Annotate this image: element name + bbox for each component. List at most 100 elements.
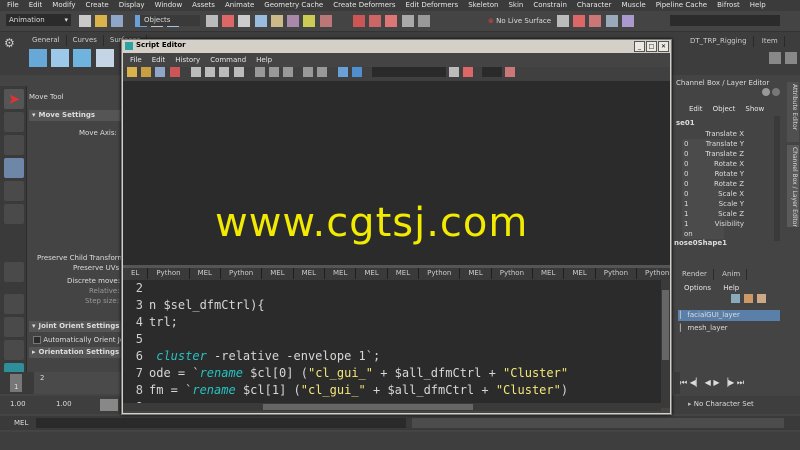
layer-settings-icon[interactable] bbox=[757, 294, 767, 303]
script-tab-mel[interactable]: MEL bbox=[388, 268, 420, 279]
channel-row[interactable]: Rotate X0 bbox=[682, 159, 786, 179]
side-tab-channel-box[interactable]: Channel Box / Layer Editor bbox=[787, 145, 799, 227]
menu-help[interactable]: Help bbox=[745, 0, 771, 11]
menu-skin[interactable]: Skin bbox=[503, 0, 528, 11]
layout-input-icon[interactable] bbox=[283, 67, 294, 77]
search-field[interactable] bbox=[371, 67, 446, 77]
layout-four-icon[interactable] bbox=[4, 317, 24, 337]
select-by-render-icon[interactable] bbox=[303, 15, 316, 27]
command-language-label[interactable]: MEL bbox=[14, 419, 28, 427]
channel-row[interactable]: Translate Y0 bbox=[682, 139, 786, 159]
layout-split-icon[interactable] bbox=[269, 67, 280, 77]
scrollbar-thumb[interactable] bbox=[662, 290, 669, 360]
menu-muscle[interactable]: Muscle bbox=[616, 0, 650, 11]
select-by-dynamics-icon[interactable] bbox=[287, 15, 300, 27]
script-tab-python[interactable]: Python bbox=[596, 268, 638, 279]
command-input[interactable] bbox=[36, 418, 406, 428]
script-tab-mel[interactable]: MEL bbox=[190, 268, 221, 279]
snap-grid-icon[interactable] bbox=[352, 15, 365, 27]
channel-row[interactable]: Visibilityon bbox=[682, 219, 786, 239]
script-tab-mel[interactable]: MEL bbox=[294, 268, 325, 279]
move-tool-icon[interactable] bbox=[4, 158, 24, 178]
layout-single-icon[interactable] bbox=[4, 294, 24, 314]
new-layer-from-selection-icon[interactable] bbox=[744, 294, 754, 303]
history-only-icon[interactable] bbox=[302, 67, 313, 77]
go-to-start-icon[interactable]: ⏮ bbox=[680, 378, 687, 387]
move-settings-header[interactable]: ▾ Move Settings bbox=[29, 110, 122, 121]
menu-pipeline-cache[interactable]: Pipeline Cache bbox=[651, 0, 712, 11]
shelf-right-icon-1[interactable] bbox=[769, 52, 781, 64]
menu-animate[interactable]: Animate bbox=[220, 0, 259, 11]
render-frame-icon[interactable] bbox=[573, 15, 586, 27]
menu-modify[interactable]: Modify bbox=[47, 0, 80, 11]
layer-tab-anim[interactable]: Anim bbox=[716, 269, 748, 280]
menu-edit-deformers[interactable]: Edit Deformers bbox=[401, 0, 464, 11]
menu-geometry-cache[interactable]: Geometry Cache bbox=[259, 0, 328, 11]
menu-skeleton[interactable]: Skeleton bbox=[463, 0, 503, 11]
construction-history-icon[interactable] bbox=[557, 15, 569, 27]
channel-value[interactable]: on bbox=[682, 229, 724, 239]
channel-row[interactable]: Scale Z1 bbox=[682, 209, 786, 229]
live-surface-indicator[interactable]: ⊗ No Live Surface bbox=[488, 15, 551, 27]
script-menu-edit[interactable]: Edit bbox=[147, 55, 171, 66]
script-menu-history[interactable]: History bbox=[170, 55, 205, 66]
character-set-menu[interactable]: ▸ No Character Set bbox=[688, 400, 754, 408]
range-bar[interactable] bbox=[100, 399, 118, 411]
script-tab-python[interactable]: Python bbox=[419, 268, 461, 279]
clear-history-icon[interactable] bbox=[219, 67, 230, 77]
select-by-joint-icon[interactable] bbox=[222, 15, 235, 27]
joint-orient-header[interactable]: ▾ Joint Orient Settings bbox=[29, 321, 122, 332]
select-by-surface-icon[interactable] bbox=[254, 15, 267, 27]
select-by-deform-icon[interactable] bbox=[270, 15, 283, 27]
manipulator-tool-icon[interactable] bbox=[4, 262, 24, 282]
select-by-handle-icon[interactable] bbox=[206, 15, 218, 27]
script-menu-command[interactable]: Command bbox=[205, 55, 251, 66]
scrollbar-thumb[interactable] bbox=[263, 404, 473, 410]
channel-row[interactable]: Rotate Y0 bbox=[682, 169, 786, 189]
script-tab-mel[interactable]: MEL bbox=[460, 268, 492, 279]
menu-window[interactable]: Window bbox=[150, 0, 188, 11]
shelf-tab-dt-trp-rigging[interactable]: DT_TRP_Rigging bbox=[684, 36, 754, 47]
script-menu-help[interactable]: Help bbox=[251, 55, 277, 66]
execute-all-icon[interactable] bbox=[338, 67, 349, 77]
channel-row[interactable]: Rotate Z0 bbox=[682, 179, 786, 199]
go-to-end-icon[interactable]: ⏭ bbox=[737, 378, 744, 387]
menu-create-deformers[interactable]: Create Deformers bbox=[328, 0, 400, 11]
close-button[interactable]: ✕ bbox=[658, 41, 669, 52]
channel-row[interactable]: Translate Z0 bbox=[682, 149, 786, 169]
ipr-render-icon[interactable] bbox=[589, 15, 602, 27]
script-menu-file[interactable]: File bbox=[125, 55, 147, 66]
layout-history-icon[interactable] bbox=[254, 67, 265, 77]
layout-outliner-icon[interactable] bbox=[4, 340, 24, 360]
script-tab-python[interactable]: Python bbox=[221, 268, 263, 279]
channel-row[interactable]: Scale X1 bbox=[682, 189, 786, 209]
channel-menu-object[interactable]: Object bbox=[708, 104, 741, 115]
shelf-cube-icon[interactable] bbox=[29, 49, 47, 67]
maximize-button[interactable]: □ bbox=[646, 41, 657, 52]
layer-row-facialgui[interactable]: ▏ facialGUI_layer bbox=[678, 310, 780, 321]
start-time-field[interactable]: 1.00 bbox=[10, 400, 44, 408]
goto-line-field[interactable] bbox=[482, 67, 503, 77]
input-only-icon[interactable] bbox=[316, 67, 327, 77]
shelf-tab-item[interactable]: Item bbox=[756, 36, 785, 47]
minimize-button[interactable]: _ bbox=[634, 41, 645, 52]
clear-input-icon[interactable] bbox=[233, 67, 244, 77]
shelf-tab-curves[interactable]: Curves bbox=[67, 35, 104, 46]
menu-bifrost[interactable]: Bifrost bbox=[712, 0, 745, 11]
input-horizontal-scrollbar[interactable] bbox=[123, 403, 661, 411]
select-tool-icon[interactable]: ➤ bbox=[4, 89, 24, 109]
paint-select-tool-icon[interactable] bbox=[4, 135, 24, 155]
select-by-curve-icon[interactable] bbox=[238, 15, 251, 27]
menu-constrain[interactable]: Constrain bbox=[528, 0, 572, 11]
open-scene-icon[interactable] bbox=[95, 15, 108, 27]
hypershade-icon[interactable] bbox=[621, 15, 634, 27]
script-input-area[interactable]: 2 3 n $sel_dfmCtrl){4 trl; 5 6 cluster -relat… bbox=[123, 280, 661, 408]
menu-display[interactable]: Display bbox=[114, 0, 150, 11]
auto-orient-checkbox[interactable]: Automatically Orient Jo bbox=[33, 336, 124, 344]
step-forward-icon[interactable]: ▕▶ bbox=[722, 378, 734, 387]
mode-dropdown[interactable]: Animation ▾ bbox=[6, 14, 71, 26]
shelf-cylinder-icon[interactable] bbox=[73, 49, 92, 67]
menu-assets[interactable]: Assets bbox=[187, 0, 220, 11]
objects-dropdown[interactable]: Objects bbox=[140, 15, 200, 26]
search-down-icon[interactable] bbox=[448, 67, 459, 77]
